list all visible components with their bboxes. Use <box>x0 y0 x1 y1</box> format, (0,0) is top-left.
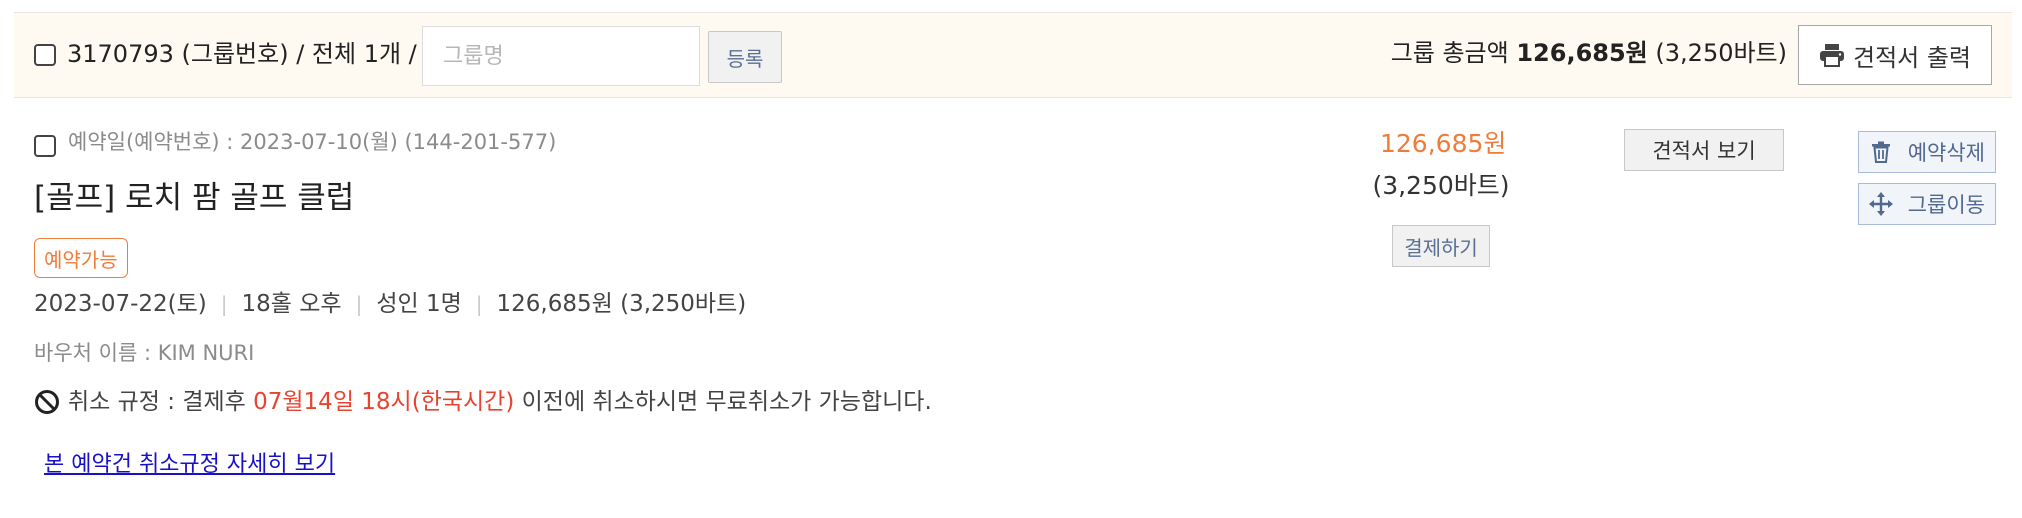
status-badge: 예약가능 <box>34 238 128 278</box>
divider: | <box>355 292 363 316</box>
move-arrows-icon <box>1869 192 1893 216</box>
reservation-price-thb: (3,250바트) <box>1372 171 1510 200</box>
reservation-select-checkbox[interactable] <box>34 135 56 157</box>
reservation-price: 126,685원 <box>1380 129 1507 158</box>
detail-price: 126,685원 (3,250바트) <box>496 291 747 317</box>
cancel-policy-detail-link[interactable]: 본 예약건 취소규정 자세히 보기 <box>44 450 335 480</box>
register-button[interactable]: 등록 <box>708 31 782 83</box>
cancel-policy: 취소 규정 : 결제후 07월14일 18시(한국시간) 이전에 취소하시면 무… <box>34 386 932 418</box>
group-select-checkbox[interactable] <box>34 44 56 66</box>
voucher-name: 바우처 이름 : KIM NURI <box>34 341 255 365</box>
divider: | <box>475 292 483 316</box>
group-total-amount: 126,685원 <box>1516 39 1648 67</box>
group-header: 3170793 (그룹번호) / 전체 1개 / 등록 그룹 총금액 126,6… <box>14 12 2012 98</box>
print-quote-button[interactable]: 견적서 출력 <box>1798 25 1992 85</box>
pay-button[interactable]: 결제하기 <box>1392 225 1490 267</box>
play-date: 2023-07-22(토) <box>34 291 207 317</box>
trash-icon <box>1872 141 1890 163</box>
delete-reservation-button[interactable]: 예약삭제 <box>1858 131 1996 173</box>
cancel-deadline: 07월14일 18시(한국시간) <box>253 389 515 415</box>
reservation-item: 예약일(예약번호) : 2023-07-10(월) (144-201-577) … <box>0 98 2022 518</box>
group-number-label: 3170793 (그룹번호) / 전체 1개 / <box>67 40 417 68</box>
divider: | <box>220 292 228 316</box>
reservation-group: 3170793 (그룹번호) / 전체 1개 / 등록 그룹 총금액 126,6… <box>0 0 2022 518</box>
course-time: 18홀 오후 <box>241 291 342 317</box>
move-group-button[interactable]: 그룹이동 <box>1858 183 1996 225</box>
reservation-details: 2023-07-22(토) | 18홀 오후 | 성인 1명 | 126,685… <box>34 288 746 320</box>
cancel-prefix: 취소 규정 : 결제후 <box>68 389 246 415</box>
guest-count: 성인 1명 <box>376 291 462 317</box>
reservation-meta: 예약일(예약번호) : 2023-07-10(월) (144-201-577) <box>68 130 557 154</box>
group-total: 그룹 총금액 126,685원 (3,250바트) <box>1391 38 1787 68</box>
view-quote-button[interactable]: 견적서 보기 <box>1624 129 1784 171</box>
delete-reservation-label: 예약삭제 <box>1907 141 1985 165</box>
group-name-input[interactable] <box>422 26 700 86</box>
group-total-thb: (3,250바트) <box>1655 39 1787 67</box>
cancel-suffix: 이전에 취소하시면 무료취소가 가능합니다. <box>521 389 932 415</box>
group-total-prefix: 그룹 총금액 <box>1390 39 1509 67</box>
print-quote-label: 견적서 출력 <box>1852 43 1972 72</box>
move-group-label: 그룹이동 <box>1907 193 1985 217</box>
ban-icon <box>35 390 59 414</box>
product-title: [골프] 로치 팜 골프 클럽 <box>34 180 355 216</box>
printer-icon <box>1819 44 1844 67</box>
